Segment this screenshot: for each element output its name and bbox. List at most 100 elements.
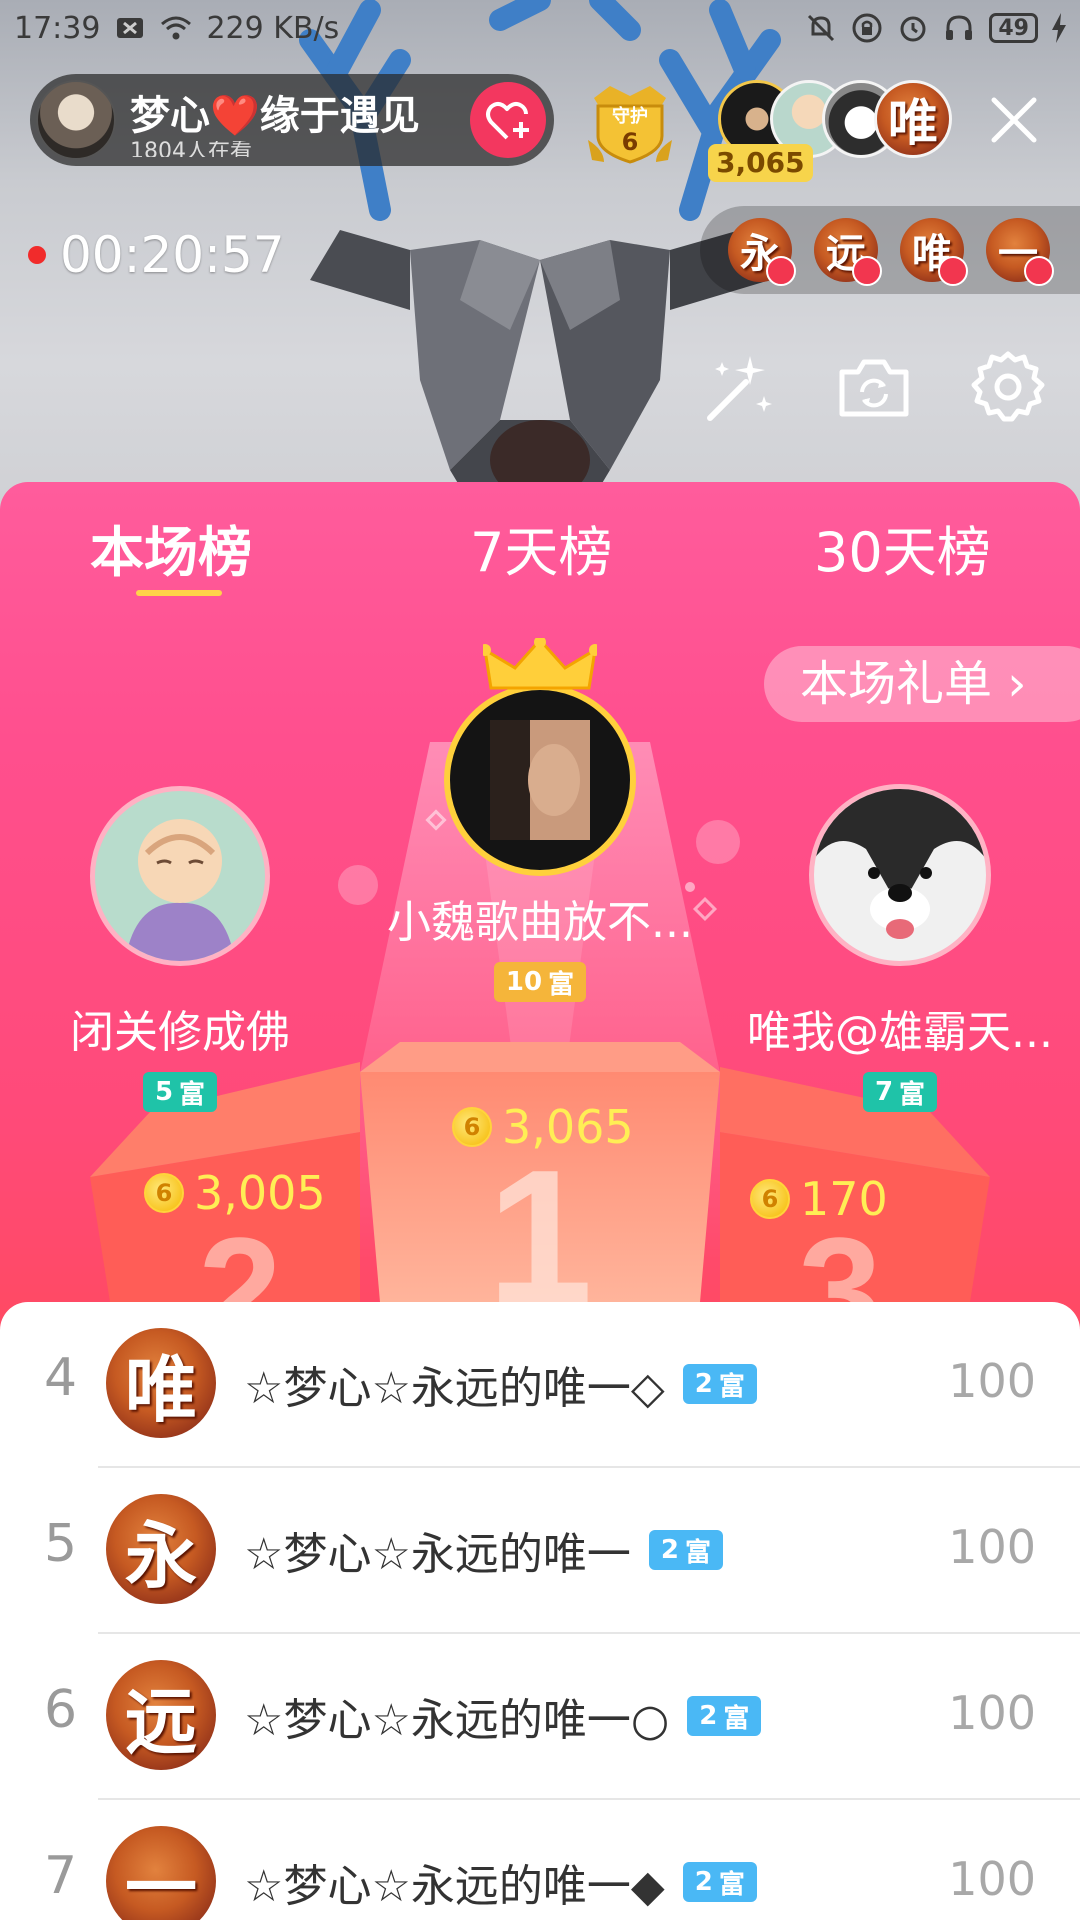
status-bar: 17:39 229 KB/s 49: [0, 0, 1080, 56]
user-avatar[interactable]: 远: [106, 1660, 216, 1770]
wealth-level: 2: [694, 1867, 713, 1897]
wealth-level: 7: [874, 1077, 894, 1107]
user-avatar: [444, 684, 636, 876]
gift-list-button[interactable]: 本场礼单 ›: [764, 646, 1080, 722]
rank-second-user[interactable]: 闭关修成佛 5 富: [30, 786, 330, 1112]
user-avatar: [809, 784, 991, 966]
rank-first-user[interactable]: 小魏歌曲放不... 10 富: [340, 638, 740, 1002]
sofa-icon: [938, 256, 968, 286]
user-name: 唯我@雄霸天...: [747, 1007, 1053, 1058]
guard-level: 6: [621, 128, 639, 156]
wealth-level-badge: 2富: [682, 1364, 757, 1404]
rank-number: 4: [44, 1348, 78, 1408]
sim-off-icon: [117, 18, 144, 38]
tab-current-session[interactable]: 本场榜: [90, 508, 252, 587]
wealth-level: 2: [660, 1535, 679, 1565]
coin-amount: 170: [800, 1172, 888, 1226]
wealth-label: 富: [179, 1079, 206, 1110]
network-speed: 229 KB/s: [206, 10, 340, 46]
guardian-seat-strip: 永 远 唯 一: [700, 206, 1080, 294]
wealth-level-badge: 2富: [682, 1862, 757, 1902]
contribution-score: 100: [948, 1686, 1036, 1740]
live-duration: 00:20:57: [28, 226, 285, 284]
magic-wand-icon[interactable]: [698, 348, 778, 428]
second-coin-total: 6 3,005: [144, 1166, 326, 1220]
sofa-icon: [852, 256, 882, 286]
guard-badge[interactable]: 守护 6: [584, 80, 676, 166]
heart-plus-icon: [486, 102, 529, 140]
first-coin-total: 6 3,065: [452, 1100, 634, 1154]
guardian-seat[interactable]: 一: [986, 218, 1054, 286]
wealth-level: 10: [505, 967, 543, 997]
user-avatar: [90, 786, 270, 966]
wealth-level-badge: 10 富: [493, 962, 587, 1002]
list-item[interactable]: 7 一 ☆梦心☆永远的唯一◆ 2富 100: [0, 1800, 1080, 1920]
user-name: ☆梦心☆永远的唯一◆: [244, 1861, 665, 1912]
anchor-avatar[interactable]: [36, 80, 116, 160]
tab-30-days[interactable]: 30天榜: [814, 508, 991, 587]
anchor-info-card[interactable]: 梦心❤️缘于遇见 1804人在看: [30, 74, 554, 166]
viewer-avatar[interactable]: 唯: [874, 80, 952, 158]
headphones-icon: [946, 15, 973, 40]
guard-label: 守护: [612, 106, 648, 127]
coin-amount: 3,065: [502, 1100, 634, 1154]
coin-amount: 3,005: [194, 1166, 326, 1220]
user-avatar[interactable]: 唯: [106, 1328, 216, 1438]
list-item[interactable]: 5 永 ☆梦心☆永远的唯一 2富 100: [0, 1468, 1080, 1634]
user-name: 小魏歌曲放不...: [387, 897, 693, 948]
active-tab-indicator: [136, 590, 222, 596]
rank-third-user[interactable]: 唯我@雄霸天... 7 富: [720, 784, 1080, 1112]
guardian-seat[interactable]: 远: [814, 218, 882, 286]
close-icon[interactable]: [986, 92, 1042, 148]
wealth-level: 2: [699, 1701, 718, 1731]
wifi-icon: [161, 16, 192, 40]
viewer-count: 3,065: [708, 144, 813, 182]
bell-off-icon: [808, 14, 835, 42]
anchor-viewers: 1804人在看: [130, 141, 252, 157]
wealth-label: 富: [723, 1703, 750, 1734]
ranking-tabs: 本场榜 7天榜 30天榜: [0, 482, 1080, 602]
camera-switch-icon[interactable]: [834, 348, 914, 428]
recording-dot: [28, 246, 46, 264]
wealth-level: 2: [694, 1369, 713, 1399]
battery-level: 49: [998, 15, 1029, 41]
contribution-score: 100: [948, 1520, 1036, 1574]
tab-7-days[interactable]: 7天榜: [470, 508, 612, 587]
guardian-seat[interactable]: 唯: [900, 218, 968, 286]
battery-indicator: 49: [989, 13, 1038, 43]
coin-icon: 6: [144, 1173, 184, 1213]
wealth-level: 5: [154, 1077, 174, 1107]
wealth-level-badge: 7 富: [862, 1072, 938, 1112]
user-name: 闭关修成佛: [70, 1007, 290, 1058]
wealth-label: 富: [548, 969, 575, 1000]
user-name: ☆梦心☆永远的唯一◇: [244, 1363, 665, 1414]
crown-icon: [483, 638, 597, 690]
follow-button[interactable]: [470, 82, 546, 158]
wealth-level-badge: 2富: [687, 1696, 762, 1736]
rec-time: 00:20:57: [60, 226, 285, 284]
guardian-seat[interactable]: 永: [728, 218, 796, 286]
alarm-icon: [900, 16, 926, 42]
rank-number: 7: [44, 1846, 78, 1906]
rank-number: 6: [44, 1680, 78, 1740]
rank-number: 5: [44, 1514, 78, 1574]
contribution-score: 100: [948, 1852, 1036, 1906]
wealth-label: 富: [718, 1869, 745, 1900]
third-coin-total: 6 170: [750, 1172, 888, 1226]
coin-icon: 6: [750, 1179, 790, 1219]
user-avatar[interactable]: 永: [106, 1494, 216, 1604]
user-name: ☆梦心☆永远的唯一: [244, 1529, 631, 1580]
list-item[interactable]: 6 远 ☆梦心☆永远的唯一○ 2富 100: [0, 1634, 1080, 1800]
list-item[interactable]: 4 唯 ☆梦心☆永远的唯一◇ 2富 100: [0, 1302, 1080, 1468]
contribution-score: 100: [948, 1354, 1036, 1408]
wealth-label: 富: [684, 1537, 711, 1568]
gear-icon[interactable]: [968, 348, 1048, 428]
coin-icon: 6: [452, 1107, 492, 1147]
sofa-icon: [766, 256, 796, 286]
status-time: 17:39: [14, 10, 101, 46]
wealth-label: 富: [899, 1079, 926, 1110]
sofa-icon: [1024, 256, 1054, 286]
wealth-label: 富: [718, 1371, 745, 1402]
user-avatar[interactable]: 一: [106, 1826, 216, 1920]
lock-icon: [852, 13, 882, 43]
